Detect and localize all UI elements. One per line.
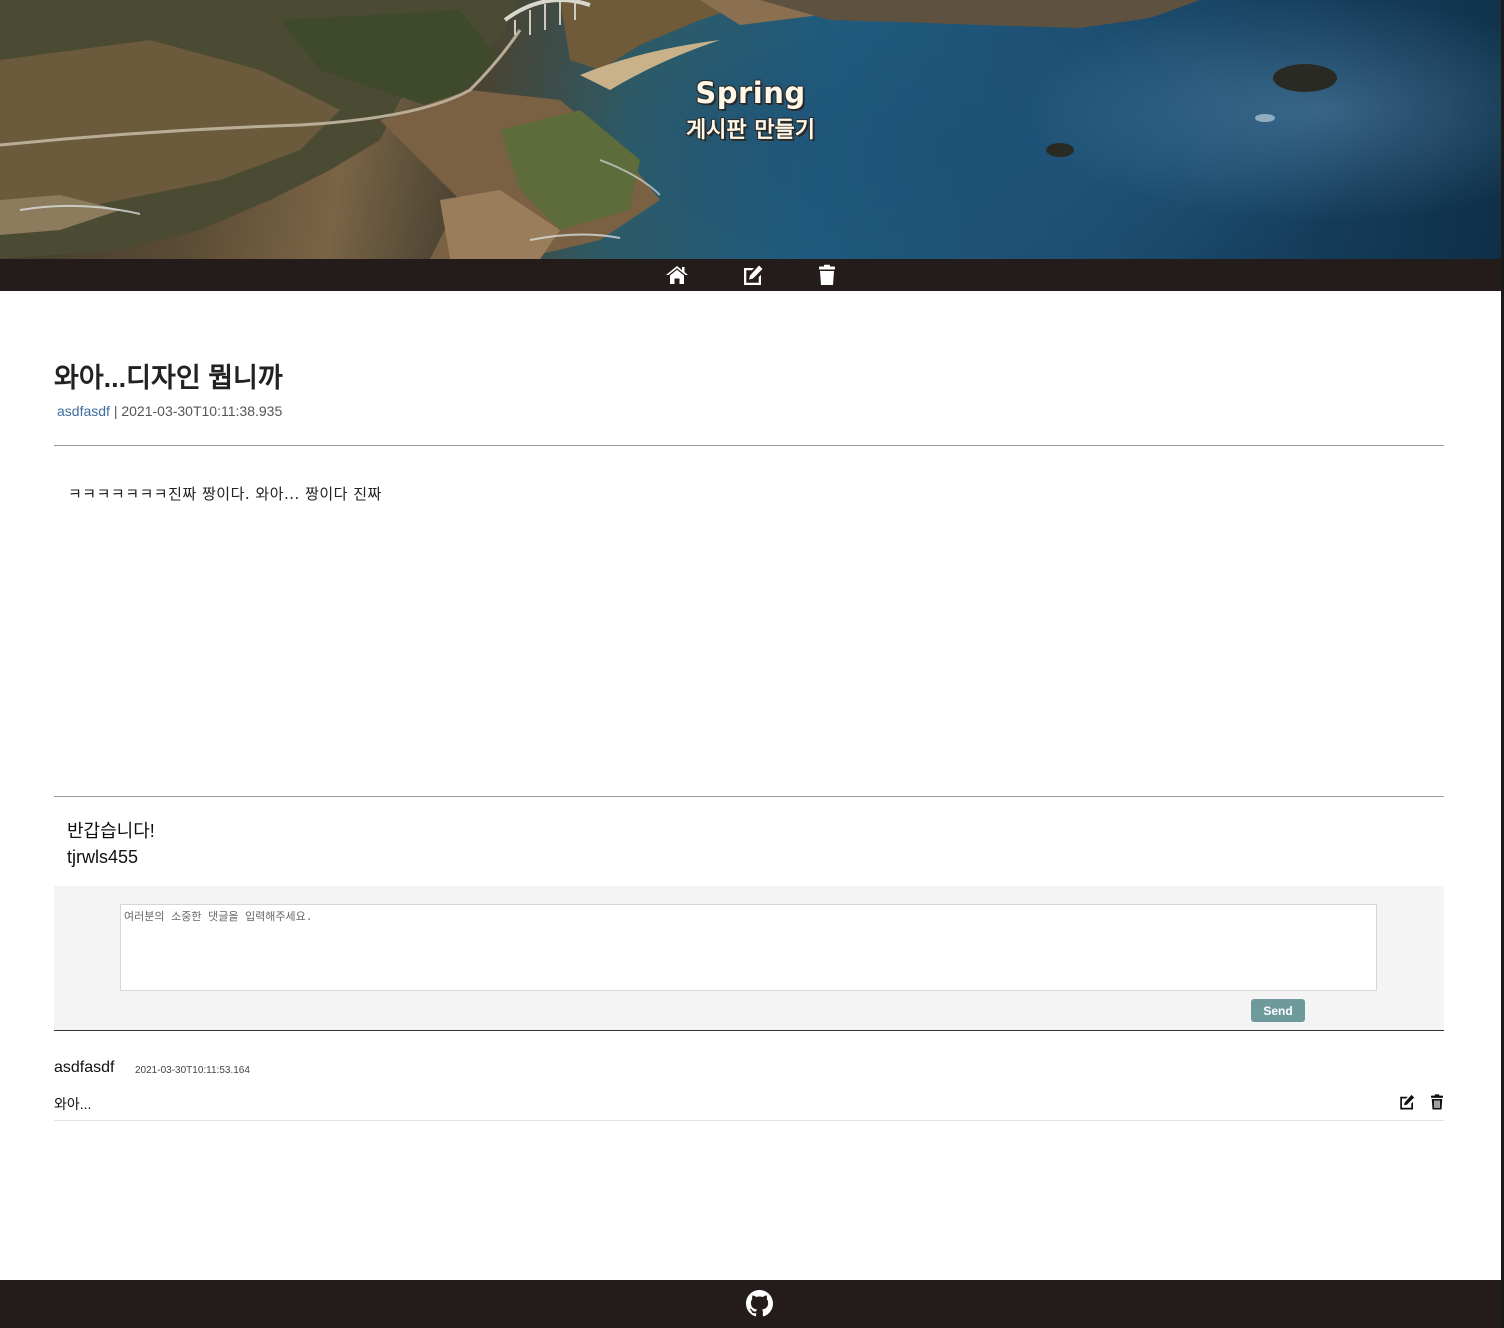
- footer-bar: [0, 1280, 1501, 1328]
- delete-post-button[interactable]: [815, 264, 839, 286]
- home-icon: [666, 266, 688, 284]
- trash-icon: [1431, 1094, 1443, 1110]
- hero-banner: Spring 게시판 만들기: [0, 0, 1501, 259]
- edit-icon: [1400, 1094, 1415, 1110]
- meta-separator: |: [109, 403, 122, 419]
- post-date: 2021-03-30T10:11:38.935: [121, 403, 283, 419]
- github-link[interactable]: [746, 1290, 773, 1317]
- home-button[interactable]: [665, 264, 689, 286]
- top-nav-bar: [0, 259, 1501, 291]
- edit-comment-button[interactable]: [1398, 1093, 1416, 1111]
- content-divider: [54, 796, 1444, 797]
- comment-form: Send: [54, 886, 1444, 1031]
- post-content: ㅋㅋㅋㅋㅋㅋㅋ진짜 짱이다. 와아... 짱이다 진짜: [68, 485, 382, 503]
- greeting-text: 반갑습니다!: [67, 821, 155, 841]
- site-title: Spring: [695, 76, 806, 110]
- site-subtitle: 게시판 만들기: [685, 118, 816, 143]
- comment-textarea[interactable]: [120, 904, 1377, 991]
- delete-comment-button[interactable]: [1428, 1093, 1446, 1111]
- title-divider: [54, 445, 1444, 446]
- edit-post-button[interactable]: [741, 264, 765, 286]
- comment-date: 2021-03-30T10:11:53.164: [135, 1065, 250, 1076]
- post-author-link[interactable]: asdfasdf: [57, 403, 110, 419]
- trash-icon: [819, 264, 835, 285]
- send-comment-button[interactable]: Send: [1251, 999, 1305, 1022]
- edit-icon: [744, 265, 763, 285]
- comment-author: asdfasdf: [54, 1059, 115, 1076]
- post-meta: asdfasdf | 2021-03-30T10:11:38.935: [57, 403, 282, 419]
- comment-text: 와아...: [54, 1096, 92, 1112]
- github-icon: [746, 1290, 773, 1317]
- current-username: tjrwls455: [67, 847, 139, 867]
- comment-item: asdfasdf 2021-03-30T10:11:53.164 와아...: [54, 1050, 1444, 1121]
- post-title: 와아...디자인 뭡니까: [54, 363, 283, 393]
